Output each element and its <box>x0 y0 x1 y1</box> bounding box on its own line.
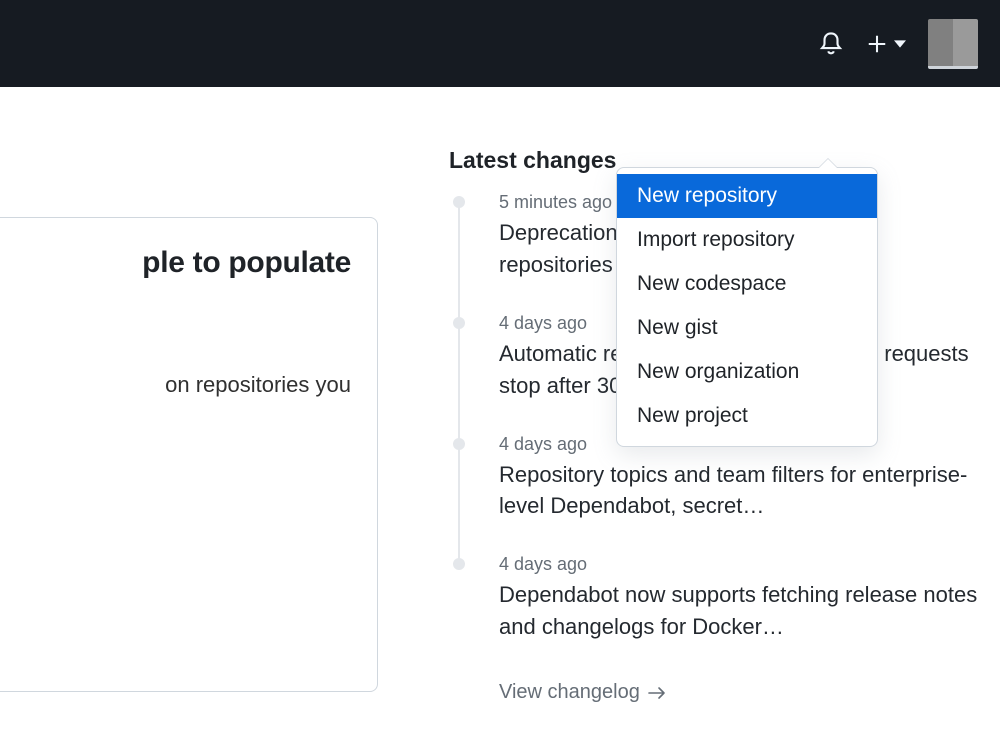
changelog-link[interactable]: Repository topics and team filters for e… <box>499 459 989 523</box>
changelog-item: 4 days ago Dependabot now supports fetch… <box>449 554 989 675</box>
bell-icon <box>818 31 844 57</box>
page-body: ple to populate on repositories you es y… <box>0 87 1000 737</box>
timeline-dot-icon <box>453 558 465 570</box>
latest-changes-heading: Latest changes <box>449 147 616 174</box>
dropdown-item-new-repository[interactable]: New repository <box>617 174 877 218</box>
global-header <box>0 0 1000 87</box>
plus-icon <box>866 33 888 55</box>
timeline-dot-icon <box>453 196 465 208</box>
timeline-dot-icon <box>453 438 465 450</box>
changelog-item: 4 days ago Repository topics and team fi… <box>449 434 989 555</box>
dropdown-item-new-project[interactable]: New project <box>617 394 877 438</box>
caret-down-icon <box>894 38 906 50</box>
timeline-dot-icon <box>453 317 465 329</box>
dropdown-item-new-gist[interactable]: New gist <box>617 306 877 350</box>
create-new-button[interactable] <box>866 33 906 55</box>
notifications-button[interactable] <box>818 31 844 57</box>
create-new-dropdown: New repository Import repository New cod… <box>616 167 878 447</box>
arrow-right-icon <box>648 686 666 700</box>
dropdown-item-new-codespace[interactable]: New codespace <box>617 262 877 306</box>
feed-empty-title: ple to populate <box>7 246 351 280</box>
user-avatar[interactable] <box>928 19 978 69</box>
feed-empty-card: ple to populate on repositories you <box>0 217 378 692</box>
feed-empty-subtitle: on repositories you <box>7 372 351 398</box>
changelog-time: 4 days ago <box>499 554 989 575</box>
dropdown-item-new-organization[interactable]: New organization <box>617 350 877 394</box>
changelog-link[interactable]: Dependabot now supports fetching release… <box>499 579 989 643</box>
dropdown-item-import-repository[interactable]: Import repository <box>617 218 877 262</box>
view-changelog-link[interactable]: View changelog <box>499 681 666 704</box>
